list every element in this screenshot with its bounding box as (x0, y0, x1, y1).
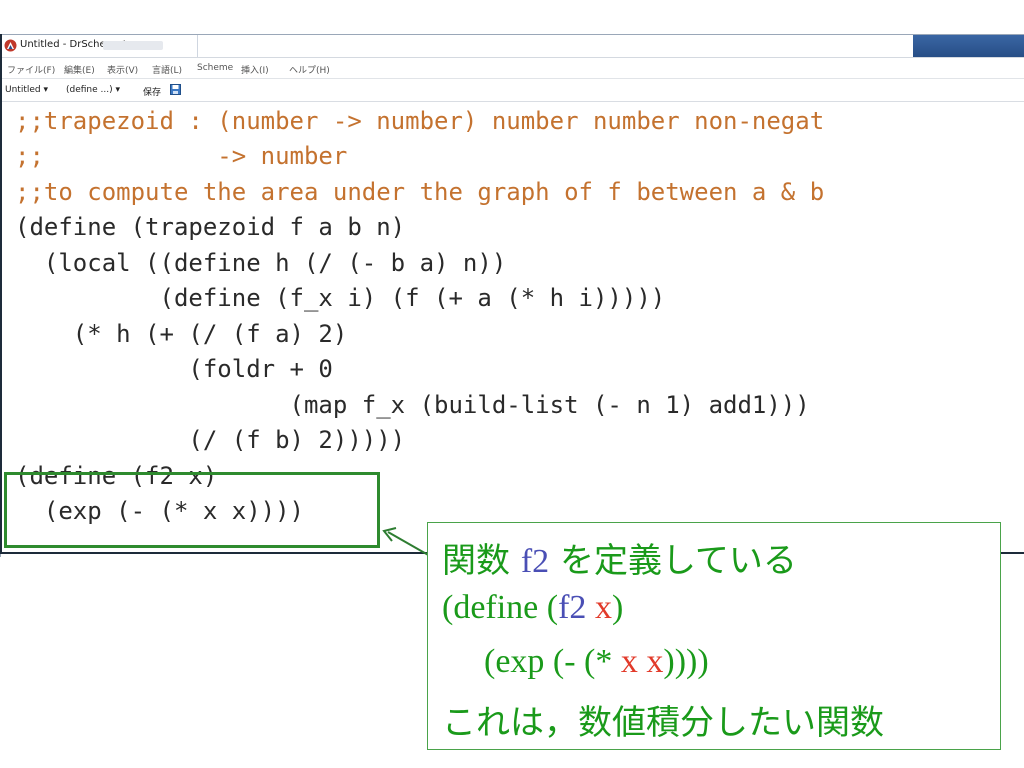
drscheme-logo-icon (4, 39, 17, 52)
code-line: (foldr + 0 (15, 355, 333, 383)
menu-view[interactable]: 表示(V) (107, 63, 138, 76)
window-left-edge (0, 34, 2, 554)
code-line: (local ((define h (/ (- b a) n)) (15, 249, 507, 277)
file-name-menu[interactable]: Untitled ▾ (5, 85, 48, 95)
code-line: (* h (+ (/ (f a) 2) (15, 320, 348, 348)
callout-text: これは，数値積分したい関数 (442, 703, 884, 743)
code-line: (/ (f b) 2))))) (15, 426, 406, 454)
menu-file[interactable]: ファイル(F) (7, 63, 55, 76)
window-controls-area[interactable] (913, 35, 1024, 57)
define-menu[interactable]: (define ...) ▾ (66, 85, 120, 95)
callout-line-3: (exp (- (* x x)))) (484, 643, 709, 681)
code-line: (define (f_x i) (f (+ a (* h i))))) (15, 284, 666, 312)
title-extra-blur (103, 41, 163, 50)
menu-language[interactable]: 言語(L) (152, 63, 182, 76)
menu-insert[interactable]: 挿入(I) (241, 63, 269, 76)
callout-code: ) (611, 589, 624, 626)
callout-code: (exp (- (* (484, 643, 621, 680)
title-bar[interactable]: Untitled - DrScheme* (1, 35, 1024, 58)
callout-var: x (620, 643, 638, 680)
toolbar: Untitled ▾ (define ...) ▾ 保存 (1, 79, 1024, 102)
menu-edit[interactable]: 編集(E) (64, 63, 95, 76)
save-button[interactable]: 保存 (143, 85, 161, 98)
code-line: ;; -> number (15, 142, 348, 170)
code-line: (define (trapezoid f a b n) (15, 213, 406, 241)
callout-line-4: これは，数値積分したい関数 (442, 695, 884, 744)
menu-help[interactable]: ヘルプ(H) (289, 63, 330, 76)
menu-bar: ファイル(F) 編集(E) 表示(V) 言語(L) Scheme 挿入(I) ヘ… (1, 58, 1024, 79)
callout-text: を定義している (549, 541, 797, 581)
callout-text: 関数 (442, 541, 521, 581)
callout-var: x (594, 589, 612, 626)
callout-fn-name: f2 (520, 543, 550, 580)
callout-fn-name: f2 (558, 589, 587, 626)
callout-line-2: (define (f2 x) (442, 589, 623, 627)
callout-code: (define ( (442, 589, 559, 626)
title-separator (197, 35, 198, 57)
callout-var: x (646, 643, 664, 680)
callout-code (586, 589, 595, 626)
callout-line-1: 関数 f2 を定義している (442, 533, 797, 582)
save-icon[interactable] (170, 84, 181, 95)
code-line: (map f_x (build-list (- n 1) add1))) (15, 391, 810, 419)
annotation-callout: 関数 f2 を定義している (define (f2 x) (exp (- (* … (427, 522, 1001, 750)
menu-scheme[interactable]: Scheme (197, 63, 233, 73)
code-line: ;;trapezoid : (number -> number) number … (15, 107, 825, 135)
callout-code: )))) (663, 643, 709, 680)
code-line: ;;to compute the area under the graph of… (15, 178, 825, 206)
f2-highlight-box (4, 472, 380, 548)
